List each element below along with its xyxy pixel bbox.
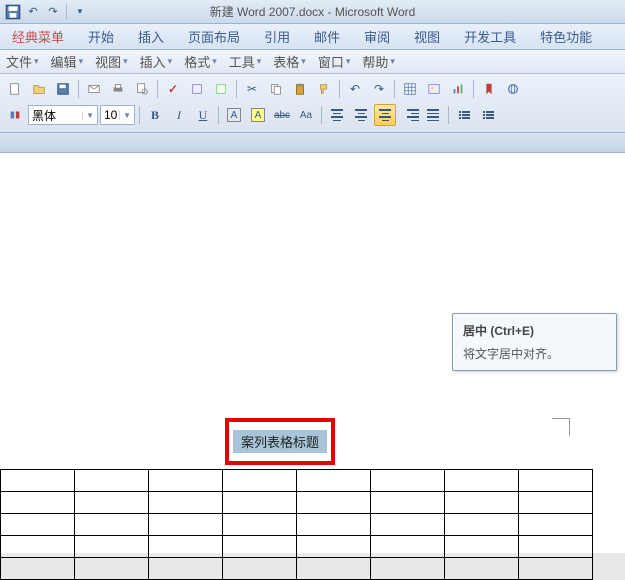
chevron-down-icon: ▾ — [79, 56, 84, 67]
align-right-button[interactable] — [398, 104, 420, 126]
research-icon[interactable] — [186, 78, 208, 100]
toolbar-row-2: 黑体▼ 10▼ B I U A A abc Aa — [4, 103, 621, 127]
title-bar: ↶ ↷ ▼ 新建 Word 2007.docx - Microsoft Word — [0, 0, 625, 24]
open-icon[interactable] — [28, 78, 50, 100]
chevron-down-icon: ▾ — [34, 56, 39, 67]
menu-window[interactable]: 窗口▾ — [312, 52, 357, 71]
tooltip-title: 居中 (Ctrl+E) — [463, 322, 606, 339]
underline-button[interactable]: U — [192, 104, 214, 126]
menu-table[interactable]: 表格▾ — [267, 52, 312, 71]
tab-developer[interactable]: 开发工具 — [452, 27, 528, 46]
ribbon-bottom-border — [0, 133, 625, 153]
align-center-button-active[interactable] — [374, 104, 396, 126]
highlight-box: 案列表格标题 — [225, 418, 335, 465]
hyperlink-icon[interactable] — [502, 78, 524, 100]
classic-menubar: 文件▾ 编辑▾ 视图▾ 插入▾ 格式▾ 工具▾ 表格▾ 窗口▾ 帮助▾ — [0, 50, 625, 74]
tab-insert[interactable]: 插入 — [126, 27, 176, 46]
insert-table-icon[interactable] — [399, 78, 421, 100]
justify-button[interactable] — [422, 104, 444, 126]
chevron-down-icon: ▼ — [82, 111, 94, 120]
menu-file[interactable]: 文件▾ — [0, 52, 45, 71]
toolbar-row-1: ✓ ✂ ↶ ↷ — [4, 77, 621, 101]
print-icon[interactable] — [107, 78, 129, 100]
mail-icon[interactable] — [83, 78, 105, 100]
undo-icon[interactable]: ↶ — [344, 78, 366, 100]
copy-icon[interactable] — [265, 78, 287, 100]
undo-icon[interactable]: ↶ — [24, 3, 42, 21]
tab-review[interactable]: 审阅 — [352, 27, 402, 46]
insert-image-icon[interactable] — [423, 78, 445, 100]
insert-chart-icon[interactable] — [447, 78, 469, 100]
align-center-button[interactable] — [350, 104, 372, 126]
document-area[interactable]: 居中 (Ctrl+E) 将文字居中对齐。 案列表格标题 — [0, 153, 625, 553]
tooltip-body: 将文字居中对齐。 — [463, 345, 606, 362]
format-painter-icon[interactable] — [313, 78, 335, 100]
chevron-down-icon: ▼ — [119, 111, 131, 120]
font-size-select[interactable]: 10▼ — [100, 105, 135, 125]
redo-icon[interactable]: ↷ — [368, 78, 390, 100]
chevron-down-icon: ▾ — [346, 56, 351, 67]
chevron-down-icon: ▾ — [257, 56, 262, 67]
tab-home[interactable]: 开始 — [76, 27, 126, 46]
strikethrough-icon[interactable]: abc — [271, 104, 293, 126]
tab-special[interactable]: 特色功能 — [528, 27, 604, 46]
ribbon-tabs: 经典菜单 开始 插入 页面布局 引用 邮件 审阅 视图 开发工具 特色功能 — [0, 24, 625, 50]
tab-classic[interactable]: 经典菜单 — [0, 27, 76, 46]
quick-access-toolbar: ↶ ↷ ▼ — [0, 3, 89, 21]
save-icon[interactable] — [4, 3, 22, 21]
menu-insert[interactable]: 插入▾ — [134, 52, 179, 71]
bookmark-icon[interactable] — [478, 78, 500, 100]
bold-button[interactable]: B — [144, 104, 166, 126]
define-icon[interactable] — [210, 78, 232, 100]
number-list-button[interactable] — [477, 104, 499, 126]
tab-mailings[interactable]: 邮件 — [302, 27, 352, 46]
bullet-list-button[interactable] — [453, 104, 475, 126]
chevron-down-icon: ▾ — [123, 56, 128, 67]
paste-icon[interactable] — [289, 78, 311, 100]
table-row — [1, 492, 593, 514]
font-color-a-icon[interactable]: A — [223, 104, 245, 126]
menu-tools[interactable]: 工具▾ — [223, 52, 268, 71]
table-row — [1, 470, 593, 492]
table-row — [1, 536, 593, 558]
chevron-down-icon: ▾ — [390, 56, 395, 67]
print-preview-icon[interactable] — [131, 78, 153, 100]
tab-layout[interactable]: 页面布局 — [176, 27, 252, 46]
highlight-a-icon[interactable]: A — [247, 104, 269, 126]
save-icon[interactable] — [52, 78, 74, 100]
window-title: 新建 Word 2007.docx - Microsoft Word — [210, 3, 416, 20]
align-left-button[interactable] — [326, 104, 348, 126]
margin-mark-icon — [552, 418, 570, 436]
menu-view[interactable]: 视图▾ — [89, 52, 134, 71]
table-row — [1, 558, 593, 580]
chevron-down-icon: ▾ — [301, 56, 306, 67]
change-case-icon[interactable]: Aa — [295, 104, 317, 126]
menu-format[interactable]: 格式▾ — [178, 52, 223, 71]
chevron-down-icon: ▾ — [168, 56, 173, 67]
new-doc-icon[interactable] — [4, 78, 26, 100]
style-icon[interactable] — [4, 104, 26, 126]
tooltip: 居中 (Ctrl+E) 将文字居中对齐。 — [452, 313, 617, 371]
font-family-select[interactable]: 黑体▼ — [28, 105, 98, 125]
italic-button[interactable]: I — [168, 104, 190, 126]
menu-help[interactable]: 帮助▾ — [356, 52, 401, 71]
chevron-down-icon: ▾ — [212, 56, 217, 67]
tab-view[interactable]: 视图 — [402, 27, 452, 46]
qat-dropdown-icon[interactable]: ▼ — [71, 3, 89, 21]
cut-icon[interactable]: ✂ — [241, 78, 263, 100]
spellcheck-icon[interactable]: ✓ — [162, 78, 184, 100]
table-row — [1, 514, 593, 536]
table-caption-selected[interactable]: 案列表格标题 — [233, 430, 327, 453]
tab-references[interactable]: 引用 — [252, 27, 302, 46]
toolbar: ✓ ✂ ↶ ↷ 黑体▼ 10▼ B I U A A abc Aa — [0, 74, 625, 133]
menu-edit[interactable]: 编辑▾ — [45, 52, 90, 71]
data-table[interactable] — [0, 469, 593, 580]
redo-icon[interactable]: ↷ — [44, 3, 62, 21]
